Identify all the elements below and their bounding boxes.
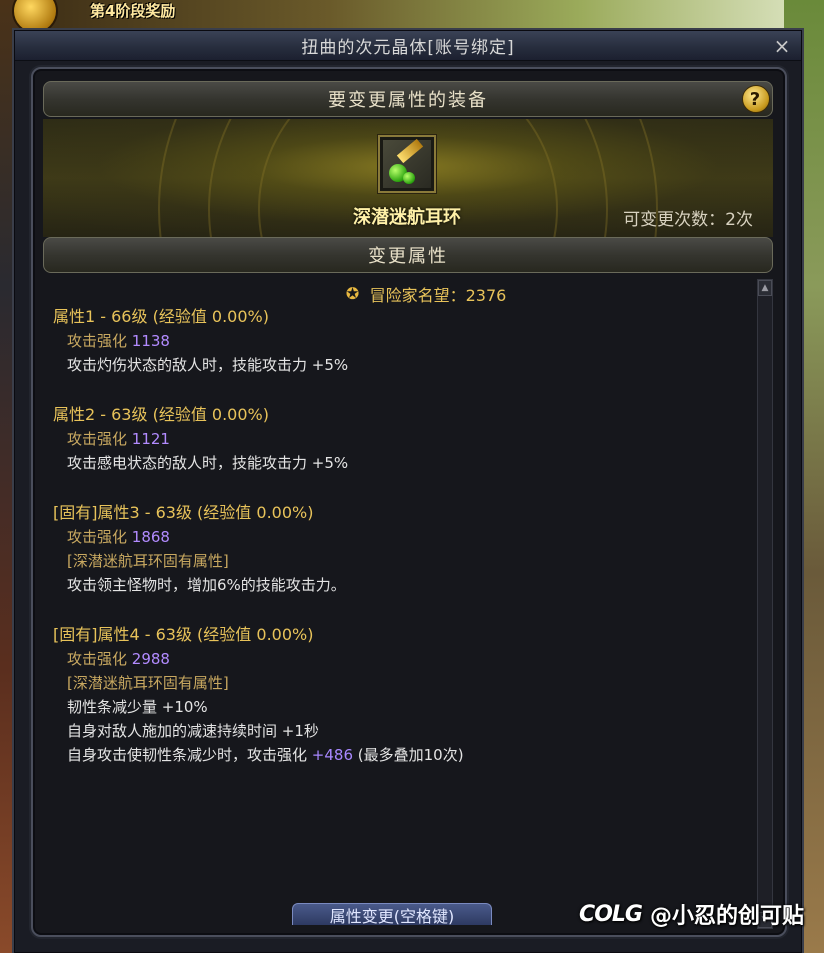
attribute-effect: 自身对敌人施加的减速持续时间 +1秒 [67, 722, 319, 740]
equipment-section-header: 要变更属性的装备 ? [43, 81, 773, 117]
fame-value: 冒险家名望：2376 [369, 286, 507, 305]
equipment-slot[interactable] [378, 135, 436, 193]
dimension-crystal-window: 扭曲的次元晶体[账号绑定] × 要变更属性的装备 ? 深潜迷航耳环 可变更次数：… [14, 30, 802, 953]
fame-crown-icon: ✪ [345, 284, 360, 303]
fame-row: ✪ 冒险家名望：2376 [93, 283, 755, 306]
attribute-effect: 韧性条减少量 +10% [67, 698, 208, 716]
equipment-section-title: 要变更属性的装备 [328, 90, 488, 111]
scrollbar[interactable]: ▲ ▼ [757, 279, 773, 929]
attributes-list[interactable]: ✪ 冒险家名望：2376 属性1 - 66级 (经验值 0.00%) 攻击强化 … [43, 279, 755, 929]
inner-panel: 要变更属性的装备 ? 深潜迷航耳环 可变更次数：2次 变更属性 ✪ 冒险家名望：… [31, 67, 787, 937]
attribute-stat: 攻击强化 1138 [67, 332, 170, 350]
attribute-title: 属性2 - 63级 (经验值 0.00%) [53, 405, 269, 424]
attribute-block-1: 属性1 - 66级 (经验值 0.00%) 攻击强化 1138 攻击灼伤状态的敌… [53, 305, 755, 377]
colg-logo: COLG [579, 901, 643, 927]
earring-icon [383, 138, 431, 188]
titlebar: 扭曲的次元晶体[账号绑定] × [15, 31, 801, 61]
change-attribute-button[interactable]: 属性变更(空格键) [292, 903, 492, 925]
equipment-display: 深潜迷航耳环 可变更次数：2次 [43, 119, 773, 237]
attribute-title: [固有]属性4 - 63级 (经验值 0.00%) [53, 625, 314, 644]
scroll-up-icon[interactable]: ▲ [758, 280, 772, 296]
attributes-content: ✪ 冒险家名望：2376 属性1 - 66级 (经验值 0.00%) 攻击强化 … [43, 279, 773, 929]
attributes-section-title: 变更属性 [368, 246, 448, 267]
attribute-stat: 攻击强化 1121 [67, 430, 170, 448]
attribute-block-2: 属性2 - 63级 (经验值 0.00%) 攻击强化 1121 攻击感电状态的敌… [53, 403, 755, 475]
fixed-attribute-label: [深潜迷航耳环固有属性] [67, 674, 229, 692]
change-count: 可变更次数：2次 [623, 210, 753, 230]
attribute-block-3: [固有]属性3 - 63级 (经验值 0.00%) 攻击强化 1868 [深潜迷… [53, 501, 755, 597]
attribute-title: 属性1 - 66级 (经验值 0.00%) [53, 307, 269, 326]
attribute-effect: 攻击领主怪物时，增加6%的技能攻击力。 [67, 576, 346, 594]
watermark: COLG @小忍的创可贴 [579, 898, 804, 930]
attributes-section-header: 变更属性 [43, 237, 773, 273]
attribute-effect: 自身攻击使韧性条减少时，攻击强化 +486 (最多叠加10次) [67, 746, 464, 764]
help-icon[interactable]: ? [742, 85, 770, 113]
attribute-title: [固有]属性3 - 63级 (经验值 0.00%) [53, 503, 314, 522]
coin-icon [12, 0, 58, 34]
fixed-attribute-label: [深潜迷航耳环固有属性] [67, 552, 229, 570]
top-banner: 第4阶段奖励 [90, 2, 176, 20]
top-badge [0, 0, 70, 34]
attribute-stat: 攻击强化 2988 [67, 650, 170, 668]
attribute-stat: 攻击强化 1868 [67, 528, 170, 546]
attribute-effect: 攻击灼伤状态的敌人时，技能攻击力 +5% [67, 356, 349, 374]
attribute-block-4: [固有]属性4 - 63级 (经验值 0.00%) 攻击强化 2988 [深潜迷… [53, 623, 755, 767]
window-title: 扭曲的次元晶体[账号绑定] [301, 38, 515, 58]
watermark-text: @小忍的创可贴 [649, 904, 804, 929]
attribute-effect: 攻击感电状态的敌人时，技能攻击力 +5% [67, 454, 349, 472]
close-icon[interactable]: × [771, 35, 793, 57]
